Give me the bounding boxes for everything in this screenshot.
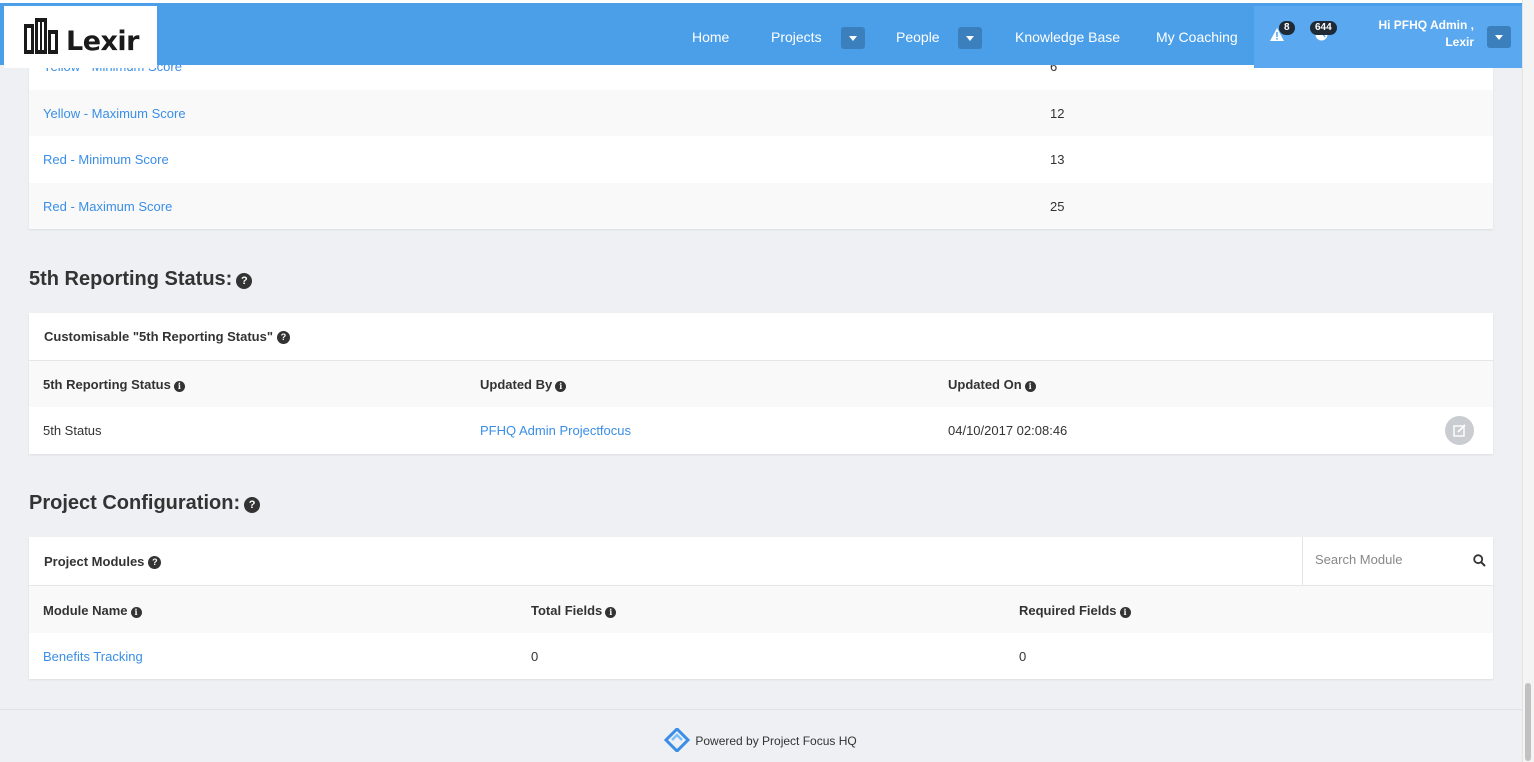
info-icon[interactable]: i: [605, 607, 617, 618]
panel-title-text: Customisable "5th Reporting Status": [44, 329, 274, 344]
alerts-count-badge: 8: [1279, 21, 1295, 35]
section-title-text: Project Configuration:: [29, 492, 241, 514]
info-icon[interactable]: i: [173, 381, 185, 392]
project-configuration-heading: Project Configuration:?: [29, 492, 261, 515]
alerts-button[interactable]: 8: [1270, 21, 1295, 44]
search-input[interactable]: [1315, 552, 1455, 567]
column-header-text: Module Name: [43, 603, 128, 618]
panel-header: Customisable "5th Reporting Status"?: [29, 313, 1493, 360]
nav-knowledge-base[interactable]: Knowledge Base: [1015, 6, 1120, 68]
greeting-name: Hi PFHQ Admin ,: [1378, 18, 1474, 32]
notifications-button[interactable]: 644: [1310, 21, 1337, 44]
score-label-link[interactable]: Red - Minimum Score: [43, 152, 169, 167]
nav-my-coaching[interactable]: My Coaching: [1156, 6, 1238, 68]
edit-button[interactable]: [1445, 416, 1474, 445]
module-name-link[interactable]: Benefits Tracking: [43, 649, 143, 664]
reporting-status-heading: 5th Reporting Status:?: [29, 268, 253, 291]
user-greeting[interactable]: Hi PFHQ Admin , Lexir: [1378, 17, 1474, 51]
scrollbar-thumb[interactable]: [1525, 683, 1531, 761]
project-modules-panel: Project Modules? Module Namei Total Fiel…: [29, 537, 1493, 679]
column-header-text: Updated By: [480, 377, 553, 392]
nav-home[interactable]: Home: [692, 6, 729, 68]
user-dropdown-button[interactable]: [1487, 26, 1511, 48]
help-icon[interactable]: ?: [236, 273, 253, 289]
score-value: 13: [1050, 152, 1065, 167]
nav-projects[interactable]: Projects: [771, 6, 822, 68]
people-dropdown-button[interactable]: [958, 27, 982, 49]
table-row: Red - Minimum Score 13: [29, 136, 1493, 183]
column-header: Module Name i: [43, 603, 142, 618]
updated-by-link[interactable]: PFHQ Admin Projectfocus: [480, 423, 631, 438]
footer-divider: [0, 709, 1522, 710]
score-table: Yellow - Minimum Score 6 Yellow - Maximu…: [29, 43, 1493, 229]
help-icon[interactable]: ?: [277, 331, 291, 344]
panel-title-text: Project Modules: [44, 554, 145, 569]
table-row: 5th Status PFHQ Admin Projectfocus 04/10…: [29, 407, 1493, 454]
greeting-org: Lexir: [1445, 35, 1474, 49]
table-row: Benefits Tracking 0 0: [29, 633, 1493, 679]
score-value: 25: [1050, 199, 1065, 214]
column-header-text: Updated On: [948, 377, 1022, 392]
required-fields-value: 0: [1019, 649, 1027, 664]
column-header: Total Fields i: [531, 603, 617, 618]
top-navbar: Lexir Home Projects People Knowledge Bas…: [0, 0, 1522, 68]
info-icon[interactable]: i: [1024, 381, 1036, 392]
column-header: Updated By i: [480, 377, 567, 392]
score-label-link[interactable]: Yellow - Maximum Score: [43, 106, 186, 121]
footer: Powered by Project Focus HQ: [663, 726, 857, 754]
column-header-text: Required Fields: [1019, 603, 1117, 618]
module-search: [1302, 537, 1493, 585]
table-header-row: 5th Reporting Status i Updated By i Update…: [29, 361, 1493, 407]
panel-title: Project Modules?: [44, 554, 162, 569]
table-header-row: Module Name i Total Fields i Required Fiel…: [29, 586, 1493, 633]
page-scrollbar[interactable]: [1522, 0, 1534, 762]
reporting-status-panel: Customisable "5th Reporting Status"? 5th…: [29, 313, 1493, 454]
column-header: Updated On i: [948, 377, 1036, 392]
table-row: Red - Maximum Score 25: [29, 183, 1493, 229]
nav-people[interactable]: People: [896, 6, 940, 68]
total-fields-value: 0: [531, 649, 539, 664]
column-header-text: Total Fields: [531, 603, 603, 618]
project-focus-logo-icon: [663, 726, 691, 754]
notifications-count-badge: 644: [1310, 21, 1337, 35]
user-panel: 8 644 Hi PFHQ Admin , Lexir: [1254, 6, 1522, 68]
edit-icon: [1453, 424, 1466, 437]
help-icon[interactable]: ?: [244, 497, 261, 513]
score-label-link[interactable]: Red - Maximum Score: [43, 199, 172, 214]
projects-dropdown-button[interactable]: [841, 27, 865, 49]
info-icon[interactable]: i: [130, 607, 142, 618]
panel-title: Customisable "5th Reporting Status"?: [44, 329, 291, 344]
table-row: Yellow - Maximum Score 12: [29, 90, 1493, 136]
column-header-text: 5th Reporting Status: [43, 377, 171, 392]
help-icon[interactable]: ?: [148, 556, 162, 569]
column-header: 5th Reporting Status i: [43, 377, 185, 392]
updated-on-value: 04/10/2017 02:08:46: [948, 423, 1068, 438]
search-icon[interactable]: [1473, 554, 1486, 567]
info-icon[interactable]: i: [555, 381, 567, 392]
info-icon[interactable]: i: [1119, 607, 1131, 618]
footer-text: Powered by Project Focus HQ: [695, 734, 857, 748]
section-title-text: 5th Reporting Status:: [29, 268, 233, 290]
panel-header: Project Modules?: [29, 537, 1493, 585]
column-header: Required Fields i: [1019, 603, 1131, 618]
score-value: 12: [1050, 106, 1065, 121]
status-value: 5th Status: [43, 423, 102, 438]
